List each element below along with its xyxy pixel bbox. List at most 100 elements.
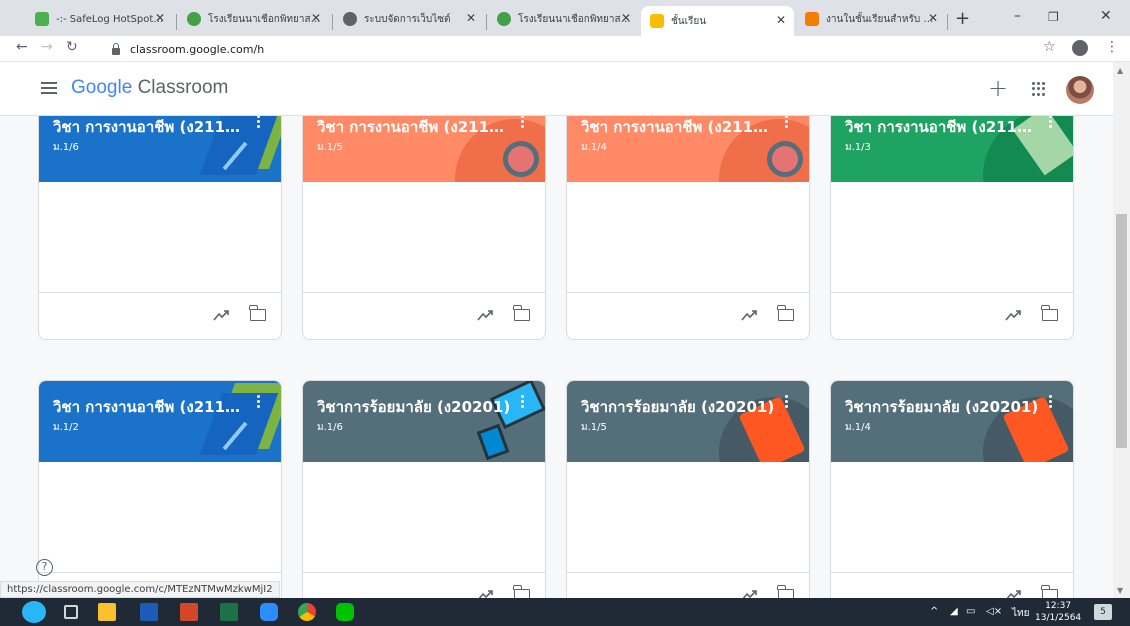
course-title[interactable]: วิชา การงานอาชีพ (ง21101): [845, 115, 1040, 139]
account-avatar[interactable]: [1066, 76, 1094, 104]
browser-tab-2[interactable]: โรงเรียนนาเชือกพิทยาสรรค์ ✕: [178, 8, 329, 30]
address-bar[interactable]: classroom.google.com/h: [112, 39, 1032, 59]
forward-icon[interactable]: →: [41, 39, 53, 55]
taskbar-clock[interactable]: 12:37 13/1/2564: [1035, 600, 1081, 624]
course-card[interactable]: วิชา การงานอาชีพ (ง21101) ม.1/5: [302, 100, 546, 340]
line-icon[interactable]: [336, 603, 354, 621]
tab-title: ชั้นเรียน: [671, 15, 707, 27]
restore-icon[interactable]: ❐: [1048, 10, 1059, 24]
more-vert-icon[interactable]: [521, 395, 525, 409]
course-card[interactable]: วิชา การงานอาชีพ (ง21101) ม.1/2: [38, 380, 282, 598]
safelog-icon: [35, 12, 49, 26]
course-title[interactable]: วิชา การงานอาชีพ (ง21101): [53, 115, 248, 139]
back-icon[interactable]: ←: [16, 39, 28, 55]
profile-icon[interactable]: [1072, 40, 1088, 56]
course-card[interactable]: วิชาการร้อยมาลัย (ง20201) ม.1/6: [302, 380, 546, 598]
scroll-down-icon[interactable]: ▼: [1117, 586, 1123, 595]
new-tab-button[interactable]: +: [955, 8, 970, 29]
trending-up-icon[interactable]: [741, 308, 758, 322]
scroll-up-icon[interactable]: ▲: [1117, 66, 1123, 75]
file-explorer-icon[interactable]: [98, 603, 116, 621]
bookmark-star-icon[interactable]: ☆: [1043, 39, 1056, 55]
window-close-icon[interactable]: ✕: [1100, 8, 1112, 24]
main-menu-icon[interactable]: [41, 82, 57, 94]
close-icon[interactable]: ✕: [155, 11, 165, 25]
course-banner[interactable]: วิชา การงานอาชีพ (ง21101) ม.1/2: [39, 381, 281, 462]
reload-icon[interactable]: ↻: [66, 39, 78, 55]
battery-icon[interactable]: ▭: [966, 606, 975, 617]
folder-icon[interactable]: [513, 305, 530, 321]
course-section: ม.1/2: [53, 422, 79, 433]
close-icon[interactable]: ✕: [928, 11, 938, 25]
course-banner[interactable]: วิชาการร้อยมาลัย (ง20201) ม.1/4: [831, 381, 1073, 462]
course-section: ม.1/6: [53, 142, 79, 153]
course-title[interactable]: วิชา การงานอาชีพ (ง21101): [581, 115, 776, 139]
trending-up-icon[interactable]: [1005, 308, 1022, 322]
task-view-icon[interactable]: [64, 605, 78, 619]
close-icon[interactable]: ✕: [466, 11, 476, 25]
create-join-class-button[interactable]: +: [988, 74, 1008, 102]
volume-icon[interactable]: ◁×: [986, 606, 1002, 617]
more-vert-icon[interactable]: [1049, 395, 1053, 409]
more-vert-icon[interactable]: [785, 395, 789, 409]
browser-menu-icon[interactable]: ⋮: [1105, 39, 1119, 55]
folder-icon[interactable]: [249, 305, 266, 321]
classroom-page: วิชา การงานอาชีพ (ง21101) ม.1/6 วิชา การ…: [0, 62, 1130, 598]
browser-tab-4[interactable]: โรงเรียนนาเชือกพิทยาสรรค์ ✕: [488, 8, 639, 30]
course-card[interactable]: วิชาการร้อยมาลัย (ง20201) ม.1/5: [566, 380, 810, 598]
wifi-icon[interactable]: ◢: [950, 606, 958, 617]
trending-up-icon[interactable]: [1005, 588, 1022, 598]
course-card[interactable]: วิชาการร้อยมาลัย (ง20201) ม.1/4: [830, 380, 1074, 598]
course-title[interactable]: วิชาการร้อยมาลัย (ง20201): [581, 395, 776, 419]
browser-tab-1[interactable]: -:- SafeLog HotSpot Wi ✕: [26, 8, 173, 30]
more-vert-icon[interactable]: [257, 395, 261, 409]
tray-chevron-icon[interactable]: ^: [930, 606, 938, 617]
folder-icon[interactable]: [777, 585, 794, 598]
school-icon: [497, 12, 511, 26]
browser-tab-3[interactable]: ระบบจัดการเว็บไซต์ ✕: [334, 8, 484, 30]
browser-tab-active[interactable]: ชั้นเรียน ✕: [641, 6, 794, 36]
course-title[interactable]: วิชาการร้อยมาลัย (ง20201): [845, 395, 1040, 419]
input-language[interactable]: ไทย: [1012, 606, 1029, 621]
more-vert-icon[interactable]: [785, 115, 789, 129]
close-icon[interactable]: ✕: [311, 11, 321, 25]
more-vert-icon[interactable]: [1049, 115, 1053, 129]
scrollbar-thumb[interactable]: [1116, 214, 1127, 448]
course-title[interactable]: วิชา การงานอาชีพ (ง21101): [317, 115, 512, 139]
course-footer: [303, 292, 545, 339]
course-banner[interactable]: วิชาการร้อยมาลัย (ง20201) ม.1/6: [303, 381, 545, 462]
start-button-icon[interactable]: [22, 601, 46, 623]
google-apps-icon[interactable]: [1032, 82, 1046, 96]
zoom-icon[interactable]: [260, 603, 278, 621]
folder-icon[interactable]: [513, 585, 530, 598]
course-card[interactable]: วิชา การงานอาชีพ (ง21101) ม.1/3: [830, 100, 1074, 340]
more-vert-icon[interactable]: [257, 115, 261, 129]
trending-up-icon[interactable]: [477, 588, 494, 598]
tab-title: งานในชั้นเรียนสำหรับ วิชา: [826, 13, 938, 25]
course-card[interactable]: วิชา การงานอาชีพ (ง21101) ม.1/6: [38, 100, 282, 340]
trending-up-icon[interactable]: [741, 588, 758, 598]
help-icon[interactable]: ?: [36, 559, 53, 576]
trending-up-icon[interactable]: [213, 308, 230, 322]
close-icon[interactable]: ✕: [776, 13, 786, 27]
excel-icon[interactable]: [220, 603, 238, 621]
powerpoint-icon[interactable]: [180, 603, 198, 621]
course-title[interactable]: วิชาการร้อยมาลัย (ง20201): [317, 395, 512, 419]
course-card[interactable]: วิชา การงานอาชีพ (ง21101) ม.1/4: [566, 100, 810, 340]
minimize-icon[interactable]: –: [1014, 8, 1021, 24]
page-scrollbar[interactable]: ▲ ▼: [1113, 62, 1130, 598]
browser-tab-6[interactable]: งานในชั้นเรียนสำหรับ วิชา ✕: [796, 8, 946, 30]
folder-icon[interactable]: [777, 305, 794, 321]
close-icon[interactable]: ✕: [621, 11, 631, 25]
folder-icon[interactable]: [1041, 305, 1058, 321]
word-icon[interactable]: [140, 603, 158, 621]
course-banner[interactable]: วิชาการร้อยมาลัย (ง20201) ม.1/5: [567, 381, 809, 462]
trending-up-icon[interactable]: [477, 308, 494, 322]
notification-center-icon[interactable]: 5: [1094, 604, 1112, 620]
more-vert-icon[interactable]: [521, 115, 525, 129]
folder-icon[interactable]: [1041, 585, 1058, 598]
course-title[interactable]: วิชา การงานอาชีพ (ง21101): [53, 395, 248, 419]
chrome-icon[interactable]: [298, 603, 316, 621]
globe-icon: [343, 12, 357, 26]
google-classroom-logo[interactable]: Google Classroom: [71, 77, 228, 99]
